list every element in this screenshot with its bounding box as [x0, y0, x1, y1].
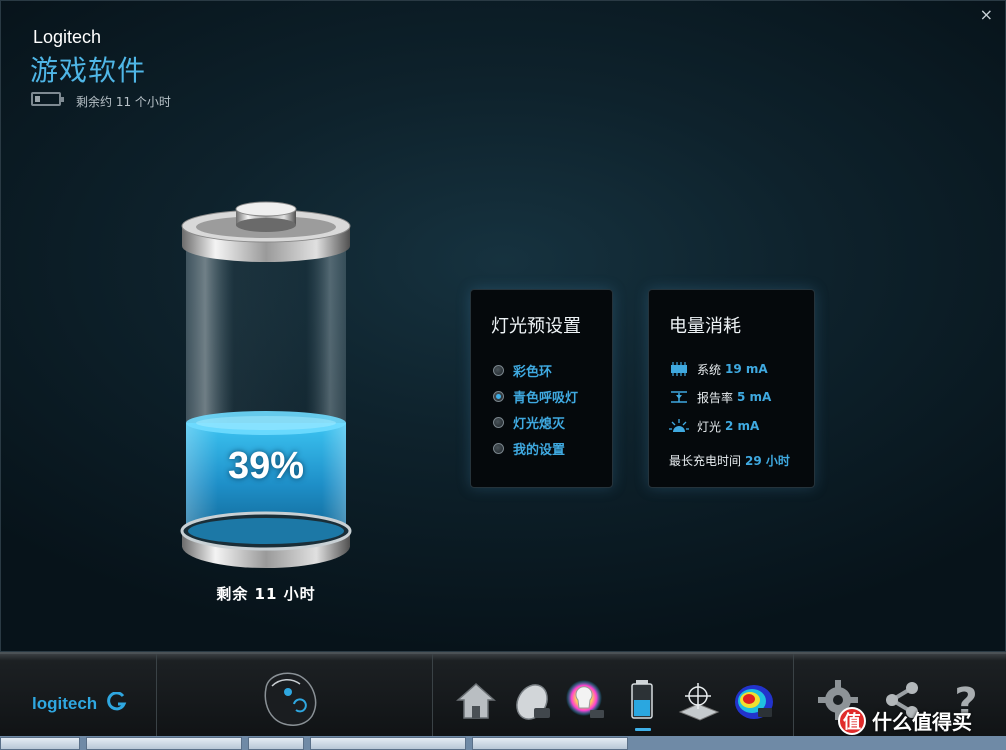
close-button[interactable]: × — [980, 5, 993, 24]
preset-option-cyan-breathing[interactable]: 青色呼吸灯 — [493, 386, 578, 406]
watermark-text: 什么值得买 — [872, 710, 972, 734]
taskbar-item[interactable] — [86, 737, 242, 750]
lighting-presets-panel: 灯光预设置 彩色环 青色呼吸灯 灯光熄灭 我的设置 — [470, 289, 613, 488]
home-icon[interactable] — [454, 678, 498, 726]
watermark-logo: 值 — [838, 706, 866, 735]
usage-label: 系统 — [697, 362, 722, 377]
taskbar-item[interactable] — [310, 737, 466, 750]
preset-label: 我的设置 — [513, 442, 566, 458]
radio-button[interactable] — [493, 416, 504, 428]
preset-option-my-settings[interactable]: 我的设置 — [493, 438, 565, 458]
usage-row-light: 灯光 2 mA — [669, 416, 759, 436]
preset-label: 灯光熄灭 — [513, 416, 566, 432]
mouse-buttons-icon[interactable] — [510, 678, 554, 726]
battery-remaining: 剩余 11 小时 — [216, 585, 316, 603]
usage-value: 5 mA — [737, 390, 772, 404]
battery-percent: 39% — [227, 445, 305, 487]
logitech-wordmark: logitech — [32, 694, 98, 713]
mouse-device-icon[interactable] — [258, 668, 324, 730]
logitech-logo: logitech — [32, 691, 128, 714]
usage-value: 19 mA — [725, 362, 768, 376]
selected-tab-indicator — [635, 728, 651, 731]
battery-graphic — [180, 201, 352, 568]
usage-label: 报告率 — [697, 390, 734, 405]
power-consumption-panel: 电量消耗 系统 19 mA 报告率 5 mA 灯光 2 mA 最长充电时间 29… — [648, 289, 815, 488]
light-icon — [669, 419, 689, 432]
pointer-settings-icon[interactable] — [676, 678, 720, 726]
mini-battery-icon — [31, 92, 64, 106]
max-charge-value: 29 小时 — [745, 453, 790, 468]
lighting-icon[interactable] — [564, 678, 608, 726]
taskbar-item[interactable] — [0, 737, 80, 750]
battery-summary: 剩余约 11 个小时 — [76, 95, 171, 109]
preset-label: 彩色环 — [513, 364, 553, 380]
taskbar-item[interactable] — [248, 737, 304, 750]
usage-value: 2 mA — [725, 419, 760, 433]
preset-option-rainbow[interactable]: 彩色环 — [493, 360, 552, 380]
lighting-presets-title: 灯光预设置 — [491, 316, 581, 337]
brand-label: Logitech — [33, 27, 102, 47]
battery-gauge: 39% — [176, 201, 356, 576]
preset-label: 青色呼吸灯 — [513, 390, 579, 406]
usage-label: 灯光 — [697, 419, 722, 434]
radio-button-selected[interactable] — [493, 390, 504, 402]
power-consumption-title: 电量消耗 — [669, 316, 741, 337]
app-window: Logitech 游戏软件 × 剩余约 11 个小时 39% 剩余 11 小时 … — [0, 0, 1006, 652]
logitech-g-icon — [107, 691, 127, 711]
site-watermark: 值 什么值得买 — [838, 706, 972, 735]
os-taskbar — [0, 736, 1006, 750]
radio-button[interactable] — [493, 442, 504, 454]
max-charge-label: 最长充电时间 — [669, 453, 742, 468]
chip-icon — [671, 362, 687, 376]
app-title: 游戏软件 — [30, 54, 147, 87]
usage-row-report-rate: 报告率 5 mA — [669, 387, 771, 407]
report-rate-icon — [671, 391, 687, 403]
usage-row-system: 系统 19 mA — [669, 359, 768, 379]
battery-icon[interactable] — [620, 676, 664, 724]
max-charge-row: 最长充电时间 29 小时 — [669, 450, 790, 470]
taskbar-item[interactable] — [472, 737, 628, 750]
preset-option-lights-off[interactable]: 灯光熄灭 — [493, 412, 565, 432]
heatmap-icon[interactable] — [732, 678, 776, 726]
radio-button[interactable] — [493, 364, 504, 376]
